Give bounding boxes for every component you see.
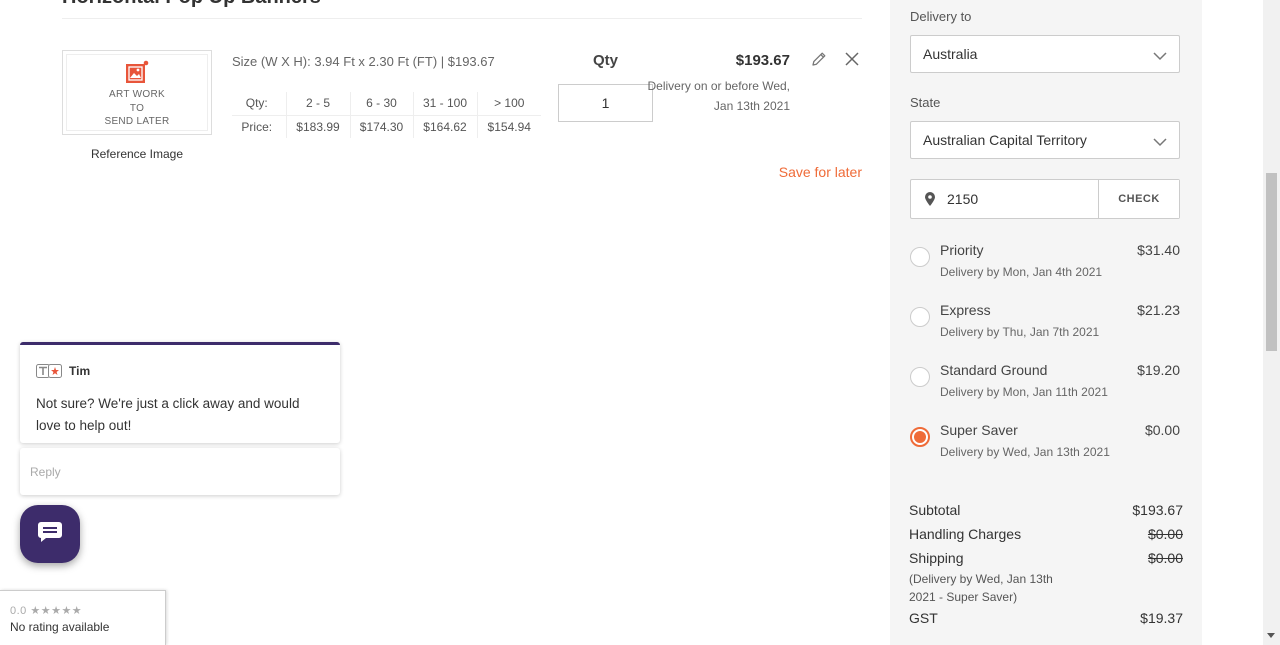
size-line: Size (W X H): 3.94 Ft x 2.30 Ft (FT) | $… [232,54,495,69]
tier-cell: 31 - 100 [413,92,478,116]
option-name: Express [940,302,991,318]
quantity-input[interactable] [558,84,653,122]
reference-image-caption: Reference Image [90,147,184,161]
check-button[interactable]: CHECK [1098,180,1179,218]
edit-item-button[interactable] [809,51,829,71]
agent-name: Tim [69,364,91,378]
chat-reply-input[interactable] [20,448,340,495]
option-date: Delivery by Thu, Jan 7th 2021 [940,325,1100,339]
option-name: Priority [940,242,984,258]
chevron-down-icon [1153,134,1167,150]
option-date: Delivery by Mon, Jan 4th 2021 [940,265,1103,279]
star-icons: ★★★★★ [30,605,83,617]
delivery-to-label: Delivery to [910,9,972,24]
save-for-later-link[interactable]: Save for later [760,164,862,180]
tier-cell: 2 - 5 [286,92,351,116]
image-upload-icon [125,60,149,84]
radio-button[interactable] [910,247,930,267]
artwork-thumbnail[interactable]: ART WORK TO SEND LATER [62,50,212,135]
divider [62,18,862,19]
radio-button[interactable] [910,367,930,387]
chat-launcher-button[interactable] [20,505,80,563]
gst-label: GST [909,610,938,626]
chat-message-card[interactable]: Tim Not sure? We're just a click away an… [20,342,340,443]
rating-badge[interactable]: 0.0 ★★★★★ No rating available [0,590,166,645]
gst-row: GST $19.37 [909,610,1183,626]
option-name: Standard Ground [940,362,1048,378]
price-cell: $183.99 [286,115,351,138]
radio-button-selected[interactable] [910,427,930,447]
shipping-panel: Delivery to Australia State Australian C… [890,0,1202,645]
qty-row-label: Qty: [232,92,287,116]
subtotal-value: $193.67 [1132,502,1183,518]
postcode-input[interactable] [947,180,1097,218]
shipping-option-standard-ground[interactable]: Standard Ground $19.20 Delivery by Mon, … [910,362,1180,412]
shipping-option-super-saver[interactable]: Super Saver $0.00 Delivery by Wed, Jan 1… [910,422,1180,472]
state-label: State [910,95,941,110]
chat-message: Not sure? We're just a click away and wo… [36,396,300,433]
radio-button[interactable] [910,307,930,327]
option-price: $21.23 [1137,302,1180,318]
subtotal-label: Subtotal [909,502,961,518]
shipping-row: Shipping $0.00 [909,550,1183,566]
tier-cell: > 100 [477,92,541,116]
option-price: $0.00 [1144,422,1180,438]
price-cell: $154.94 [487,119,531,134]
agent-logo-icon [36,364,62,378]
handling-value: $0.00 [1147,526,1183,542]
chevron-down-icon [1153,48,1167,64]
quantity-price-table: Qty: 2 - 5 6 - 30 31 - 100 > 100 Price: … [232,92,541,138]
option-price: $19.20 [1137,362,1180,378]
rating-score: 0.0 [10,605,27,617]
country-value: Australia [923,46,978,62]
artwork-placeholder-text: ART WORK TO SEND LATER [104,89,170,127]
table-row: Qty: 2 - 5 6 - 30 31 - 100 > 100 [232,92,541,116]
postcode-field: CHECK [910,179,1180,219]
product-heading: Horizontal Pop Up Banners [62,0,321,9]
chat-agent: Tim [36,364,90,378]
rating-text: No rating available [10,620,110,634]
handling-row: Handling Charges $0.00 [909,526,1183,542]
delivery-note: Delivery on or before Wed, Jan 13th 2021 [647,79,790,113]
tier-cell: 6 - 30 [350,92,414,116]
gst-value: $19.37 [1140,610,1183,626]
shipping-value: $0.00 [1147,550,1183,566]
state-select[interactable]: Australian Capital Territory [910,121,1180,159]
shipping-label: Shipping [909,550,964,566]
price-cell: $174.30 [350,115,414,138]
location-pin-icon [925,192,935,211]
page-scrollbar[interactable] [1263,0,1280,645]
scrollbar-thumb[interactable] [1266,173,1277,351]
price-row-label: Price: [232,115,287,138]
remove-item-button[interactable] [842,51,862,71]
option-date: Delivery by Mon, Jan 11th 2021 [940,385,1108,399]
scroll-down-arrow-icon[interactable] [1267,633,1275,638]
chat-bubble-icon [37,520,63,549]
country-select[interactable]: Australia [910,35,1180,73]
price-cell: $164.62 [413,115,478,138]
state-value: Australian Capital Territory [923,132,1087,148]
option-price: $31.40 [1137,242,1180,258]
shipping-option-express[interactable]: Express $21.23 Delivery by Thu, Jan 7th … [910,302,1180,352]
handling-label: Handling Charges [909,526,1022,542]
qty-header: Qty [592,52,618,69]
pencil-icon [810,50,828,73]
close-icon [844,51,860,72]
subtotal-row: Subtotal $193.67 [909,502,1183,518]
shipping-note: (Delivery by Wed, Jan 13th 2021 - Super … [909,572,1053,604]
rating-stars: 0.0 ★★★★★ [10,604,82,617]
option-date: Delivery by Wed, Jan 13th 2021 [940,445,1110,459]
shipping-option-priority[interactable]: Priority $31.40 Delivery by Mon, Jan 4th… [910,242,1180,292]
table-row: Price: $183.99 $174.30 $164.62 $154.94 [232,115,541,138]
option-name: Super Saver [940,422,1018,438]
line-total: $193.67 [735,52,790,69]
